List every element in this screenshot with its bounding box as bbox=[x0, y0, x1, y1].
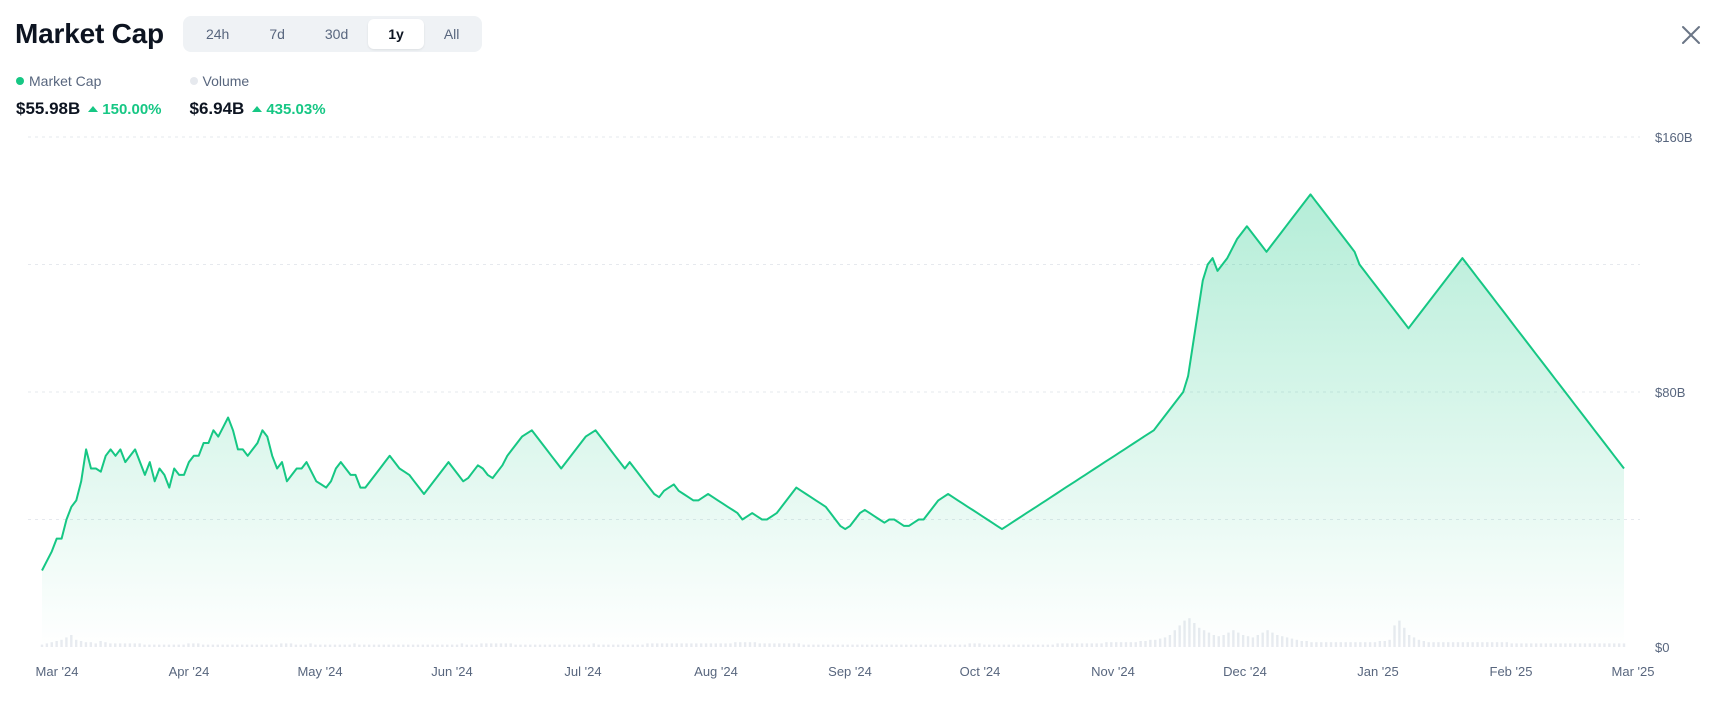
x-tick-label: Jan '25 bbox=[1357, 664, 1399, 679]
x-tick-label: Jun '24 bbox=[431, 664, 473, 679]
x-tick-label: Sep '24 bbox=[828, 664, 872, 679]
market-cap-chart[interactable]: $160B $80B $0 Mar '24 Apr '24 May '24 Jun '24 J… bbox=[0, 0, 1724, 722]
x-tick-label: Apr '24 bbox=[169, 664, 210, 679]
x-tick-label: May '24 bbox=[297, 664, 342, 679]
market-cap-area bbox=[42, 194, 1624, 647]
x-tick-label: Mar '25 bbox=[1612, 664, 1655, 679]
y-tick-label: $160B bbox=[1655, 130, 1693, 145]
x-tick-label: Dec '24 bbox=[1223, 664, 1267, 679]
x-tick-label: Jul '24 bbox=[564, 664, 601, 679]
x-tick-label: Feb '25 bbox=[1490, 664, 1533, 679]
x-tick-label: Mar '24 bbox=[36, 664, 79, 679]
x-tick-label: Aug '24 bbox=[694, 664, 738, 679]
y-tick-label: $0 bbox=[1655, 640, 1669, 655]
x-tick-label: Oct '24 bbox=[960, 664, 1001, 679]
x-tick-label: Nov '24 bbox=[1091, 664, 1135, 679]
y-tick-label: $80B bbox=[1655, 385, 1685, 400]
